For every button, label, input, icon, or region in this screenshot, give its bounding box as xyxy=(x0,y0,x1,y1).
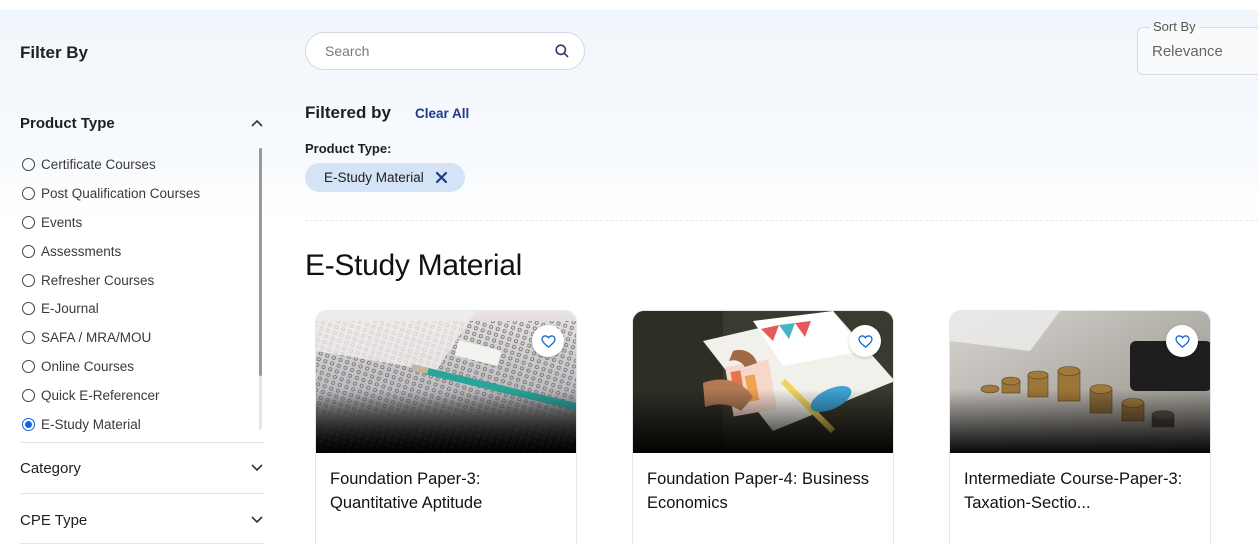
option-e-study-material[interactable]: E-Study Material xyxy=(22,410,262,439)
radio-button[interactable] xyxy=(22,244,35,258)
option-refresher-courses[interactable]: Refresher Courses xyxy=(22,266,262,295)
clear-all-link[interactable]: Clear All xyxy=(415,106,469,121)
cpe-type-label: CPE Type xyxy=(20,511,88,529)
chevron-down-icon xyxy=(250,513,264,527)
favorite-heart-icon[interactable] xyxy=(532,325,564,357)
option-label: Post Qualification Courses xyxy=(41,185,201,201)
chevron-down-icon xyxy=(250,461,264,475)
section-divider xyxy=(305,220,1258,221)
radio-button-selected[interactable] xyxy=(22,417,35,431)
radio-button[interactable] xyxy=(22,157,35,171)
filter-by-title: Filter By xyxy=(20,43,89,62)
option-label: Refresher Courses xyxy=(41,272,155,288)
product-card[interactable]: Foundation Paper-4: Business Economics xyxy=(632,310,894,545)
option-label: Events xyxy=(41,214,83,230)
option-e-journal[interactable]: E-Journal xyxy=(22,294,262,323)
radio-button[interactable] xyxy=(22,186,35,200)
radio-button[interactable] xyxy=(22,331,35,345)
option-safa-mra-mou[interactable]: SAFA / MRA/MOU xyxy=(22,323,262,352)
option-label: Assessments xyxy=(41,243,122,259)
radio-button[interactable] xyxy=(22,360,35,374)
active-filter-group-label: Product Type: xyxy=(305,141,392,156)
option-assessments[interactable]: Assessments xyxy=(22,237,262,266)
radio-button[interactable] xyxy=(22,215,35,229)
filter-chip: E-Study Material xyxy=(305,163,465,192)
card-title[interactable]: Intermediate Course-Paper-3: Taxation-Se… xyxy=(964,467,1200,515)
radio-button[interactable] xyxy=(22,302,35,316)
favorite-heart-icon[interactable] xyxy=(849,325,881,357)
category-label: Category xyxy=(20,459,81,477)
option-label: SAFA / MRA/MOU xyxy=(41,330,152,346)
filter-sidebar: Filter By Product Type Certificate Cours… xyxy=(0,0,280,545)
close-icon[interactable] xyxy=(435,171,448,184)
product-card[interactable]: Foundation Paper-3: Quantitative Aptitud… xyxy=(315,310,577,545)
option-certificate-courses[interactable]: Certificate Courses xyxy=(22,150,262,179)
option-events[interactable]: Events xyxy=(22,208,262,237)
filter-chip-label: E-Study Material xyxy=(324,170,424,185)
search-input[interactable] xyxy=(325,43,554,59)
search-icon[interactable] xyxy=(554,43,570,59)
divider xyxy=(20,442,264,443)
product-type-options: Certificate Courses Post Qualification C… xyxy=(22,150,262,439)
filtered-by-heading: Filtered by xyxy=(305,103,391,122)
sort-by-label: Sort By xyxy=(1150,19,1199,34)
sort-by-value: Relevance xyxy=(1152,43,1223,60)
card-title[interactable]: Foundation Paper-3: Quantitative Aptitud… xyxy=(330,467,566,515)
sort-by-select[interactable]: Sort By Relevance xyxy=(1137,19,1258,75)
radio-button[interactable] xyxy=(22,389,35,403)
option-label: Certificate Courses xyxy=(41,156,156,172)
divider xyxy=(20,493,264,494)
search-bar xyxy=(305,32,585,70)
category-toggle[interactable]: Category xyxy=(20,456,264,480)
cpe-type-toggle[interactable]: CPE Type xyxy=(20,508,264,532)
option-online-courses[interactable]: Online Courses xyxy=(22,352,262,381)
product-type-toggle[interactable]: Product Type xyxy=(20,111,264,135)
options-scrollbar[interactable] xyxy=(259,148,262,430)
radio-button[interactable] xyxy=(22,273,35,287)
chevron-up-icon xyxy=(250,116,264,130)
option-label: E-Study Material xyxy=(41,416,141,432)
option-label: Quick E-Referencer xyxy=(41,388,160,404)
page-title: E-Study Material xyxy=(305,249,522,282)
option-quick-e-referencer[interactable]: Quick E-Referencer xyxy=(22,381,262,410)
option-post-qualification-courses[interactable]: Post Qualification Courses xyxy=(22,179,262,208)
favorite-heart-icon[interactable] xyxy=(1166,325,1198,357)
product-type-label: Product Type xyxy=(20,114,115,132)
card-title[interactable]: Foundation Paper-4: Business Economics xyxy=(647,467,883,515)
product-card[interactable]: Intermediate Course-Paper-3: Taxation-Se… xyxy=(949,310,1211,545)
option-label: Online Courses xyxy=(41,359,135,375)
scrollbar-thumb[interactable] xyxy=(259,148,262,376)
divider xyxy=(20,543,264,544)
option-label: E-Journal xyxy=(41,301,99,317)
